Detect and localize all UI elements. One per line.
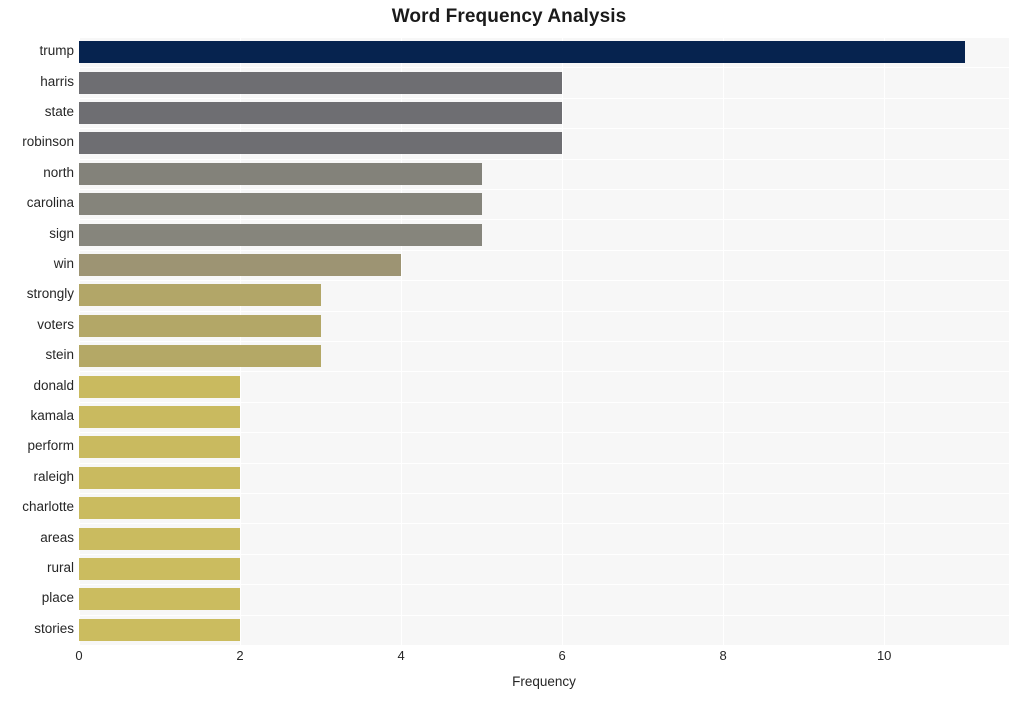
- y-gridline: [79, 584, 1009, 586]
- y-gridline: [79, 67, 1009, 69]
- y-gridline: [79, 97, 1009, 99]
- y-tick-label: stein: [45, 347, 74, 363]
- bar: [79, 345, 321, 368]
- y-axis: trump harris state robinson north carolina sig…: [0, 37, 74, 645]
- y-gridline: [79, 523, 1009, 525]
- bar: [79, 132, 563, 155]
- y-tick-label: strongly: [26, 286, 74, 302]
- y-tick-label: stories: [34, 620, 74, 636]
- x-axis-label: Frequency: [512, 674, 576, 689]
- y-tick-label: place: [41, 590, 74, 606]
- plot-area: [79, 37, 1009, 646]
- bar: [79, 102, 563, 124]
- y-tick-label: rural: [46, 560, 74, 575]
- y-gridline: [79, 462, 1009, 464]
- y-tick-label: voters: [37, 316, 74, 332]
- y-tick-label: areas: [40, 529, 74, 545]
- x-tick-label: 2: [236, 648, 244, 663]
- y-gridline: [79, 280, 1009, 282]
- y-tick-label: robinson: [22, 134, 74, 150]
- x-tick-label: 8: [719, 648, 727, 663]
- y-tick-label: kamala: [30, 408, 74, 423]
- bar: [79, 436, 241, 459]
- y-tick-label: donald: [33, 377, 74, 393]
- y-gridline: [79, 341, 1009, 342]
- bar: [79, 284, 321, 307]
- bar: [79, 466, 241, 489]
- y-gridline: [79, 158, 1009, 160]
- bar: [79, 588, 241, 611]
- word-frequency-chart: Word Frequency Analysis trump harris state…: [0, 0, 1018, 701]
- y-gridline: [79, 493, 1009, 494]
- y-tick-label: north: [43, 164, 74, 180]
- bar: [79, 162, 482, 185]
- y-gridline: [79, 310, 1009, 312]
- y-tick-label: win: [53, 256, 74, 271]
- y-gridline: [79, 128, 1009, 130]
- bar: [79, 41, 965, 64]
- bar: [79, 223, 482, 246]
- y-tick-label: perform: [27, 438, 74, 454]
- y-tick-label: trump: [39, 43, 74, 59]
- bar: [79, 406, 241, 428]
- y-tick-label: harris: [40, 73, 74, 89]
- y-tick-label: raleigh: [33, 468, 74, 484]
- bar: [79, 375, 241, 398]
- y-gridline: [79, 189, 1009, 190]
- bar: [79, 254, 402, 276]
- x-axis: 0 2 4 6 8 10: [75, 645, 1009, 671]
- y-tick-label: sign: [49, 225, 74, 241]
- bar: [79, 314, 321, 337]
- y-gridline: [79, 432, 1009, 434]
- x-tick-label: 4: [397, 648, 405, 663]
- y-gridline: [79, 553, 1009, 555]
- y-gridline: [79, 401, 1009, 403]
- y-gridline: [79, 37, 1009, 38]
- y-gridline: [79, 219, 1009, 221]
- y-tick-label: charlotte: [22, 499, 74, 515]
- y-gridline: [79, 614, 1009, 616]
- bar: [79, 558, 241, 580]
- y-tick-label: state: [44, 104, 74, 119]
- y-gridline: [79, 249, 1009, 251]
- x-tick-label: 0: [75, 648, 83, 663]
- bar: [79, 193, 482, 216]
- x-tick-label: 10: [876, 648, 892, 663]
- bar: [79, 527, 241, 550]
- y-gridline: [79, 371, 1009, 373]
- bar: [79, 618, 241, 641]
- chart-title: Word Frequency Analysis: [391, 6, 627, 27]
- x-tick-label: 6: [558, 648, 566, 663]
- bar: [79, 71, 563, 94]
- y-tick-label: carolina: [26, 195, 74, 211]
- bar: [79, 497, 241, 520]
